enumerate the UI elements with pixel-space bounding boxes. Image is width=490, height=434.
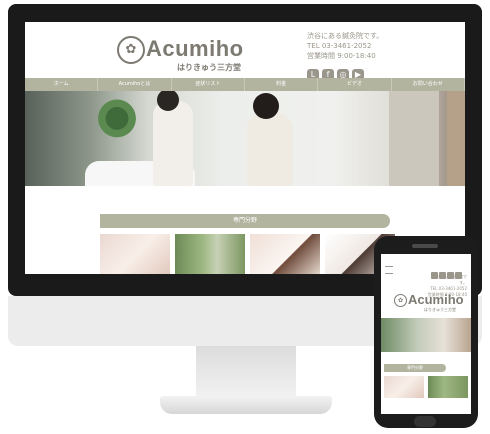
specialty-thumbnail[interactable] bbox=[250, 234, 320, 274]
specialty-thumbnail[interactable] bbox=[100, 234, 170, 274]
plant-decor bbox=[93, 95, 141, 147]
window-frame bbox=[447, 91, 465, 186]
hero-image bbox=[25, 91, 465, 186]
mobile-specialty-thumbnail[interactable] bbox=[428, 376, 468, 398]
clinic-tagline: 渋谷にある鍼灸院です。 bbox=[307, 32, 384, 40]
header: ✿ Acumiho はりきゅう三方堂 渋谷にある鍼灸院です。 TEL 03-34… bbox=[25, 22, 465, 81]
mobile-brand-subtitle: はりきゅう三方堂 bbox=[424, 307, 456, 312]
patient-figure bbox=[153, 101, 193, 186]
main-nav: ホーム Acumihoとは 症状リスト 料金 ビデオ お問い合わせ bbox=[25, 78, 465, 91]
nav-contact[interactable]: お問い合わせ bbox=[392, 78, 465, 91]
mobile-screen: 渋谷にある鍼灸院です。 TEL 03-3461-2052 営業時間 9:00-1… bbox=[381, 254, 471, 414]
brand-subtitle: はりきゅう三方堂 bbox=[177, 63, 241, 72]
nav-home[interactable]: ホーム bbox=[25, 78, 99, 91]
practitioner-head bbox=[253, 93, 279, 119]
monitor-base bbox=[160, 396, 332, 414]
clinic-info: 渋谷にある鍼灸院です。 TEL 03-3461-2052 営業時間 9:00-1… bbox=[307, 31, 383, 61]
monitor-stand bbox=[196, 346, 296, 396]
practitioner-figure bbox=[247, 113, 293, 186]
lotus-logo-icon[interactable]: ✿ bbox=[117, 36, 145, 64]
clinic-phone[interactable]: TEL 03-3461-2052 bbox=[307, 41, 383, 51]
phone-home-button[interactable] bbox=[414, 416, 436, 427]
mobile-section-title: 専門分野 bbox=[384, 364, 446, 372]
nav-video[interactable]: ビデオ bbox=[318, 78, 392, 91]
nav-about[interactable]: Acumihoとは bbox=[98, 78, 172, 91]
window-curtain bbox=[389, 91, 439, 186]
nav-symptoms[interactable]: 症状リスト bbox=[172, 78, 245, 91]
menu-icon[interactable] bbox=[385, 266, 393, 274]
mobile-brand-name[interactable]: Acumiho bbox=[408, 292, 464, 307]
specialty-thumbnail[interactable] bbox=[175, 234, 245, 274]
mobile-clinic-tagline: 渋谷にある鍼灸院です。 bbox=[431, 274, 467, 285]
clinic-hours: 営業時間 9:00-18:40 bbox=[307, 52, 376, 60]
lotus-logo-icon[interactable]: ✿ bbox=[394, 294, 407, 307]
nav-pricing[interactable]: 料金 bbox=[245, 78, 319, 91]
mobile-hero-image bbox=[381, 318, 471, 352]
brand-name[interactable]: Acumiho bbox=[146, 36, 244, 62]
phone-speaker bbox=[412, 244, 438, 248]
section-specialties-title: 専門分野 bbox=[100, 214, 390, 228]
mobile-specialty-thumbnail[interactable] bbox=[384, 376, 424, 398]
